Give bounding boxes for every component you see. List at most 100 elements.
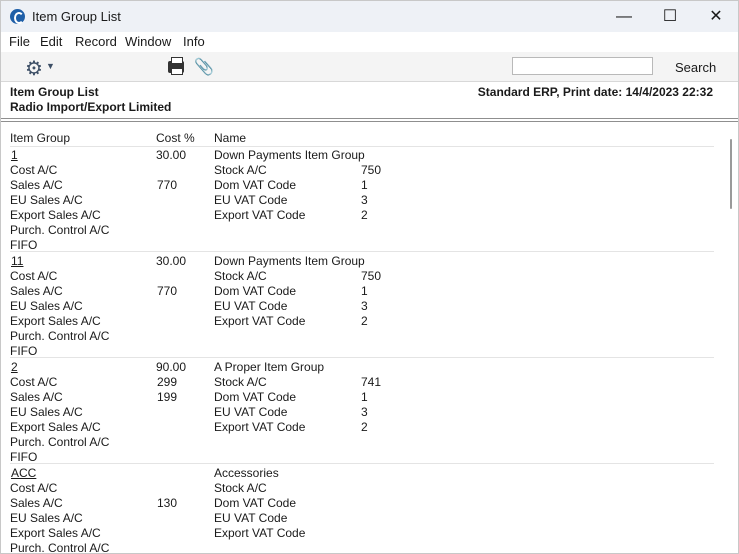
field-label: Dom VAT Code (214, 496, 297, 510)
field-value: 3 (361, 193, 368, 207)
field-label: Export Sales A/C (10, 314, 101, 328)
field-label: Export Sales A/C (10, 526, 101, 540)
field-label: Sales A/C (10, 284, 63, 298)
field-label: Sales A/C (10, 496, 63, 510)
field-value: 130 (157, 496, 178, 510)
header-divider (1, 118, 738, 119)
field-value: 750 (361, 163, 382, 177)
group-divider (10, 463, 714, 464)
close-icon[interactable]: ✕ (693, 1, 738, 32)
menu-window[interactable]: Window (125, 34, 171, 49)
group-name: Down Payments Item Group (214, 148, 365, 162)
field-label: Purch. Control A/C (10, 541, 110, 554)
field-label: Dom VAT Code (214, 178, 297, 192)
field-label: Cost A/C (10, 163, 58, 177)
field-label: Stock A/C (214, 269, 267, 283)
col-item-group: Item Group (10, 131, 71, 145)
group-cost-pct: 30.00 (156, 148, 187, 162)
field-value: 770 (157, 284, 178, 298)
field-label: EU Sales A/C (10, 299, 83, 313)
field-value: 1 (361, 284, 368, 298)
report-meta: Standard ERP, Print date: 14/4/2023 22:3… (477, 85, 713, 99)
maximize-icon[interactable]: ☐ (647, 1, 693, 32)
group-name: A Proper Item Group (214, 360, 325, 374)
field-value: 1 (361, 390, 368, 404)
group-cost-pct: 90.00 (156, 360, 187, 374)
company-name: Radio Import/Export Limited (10, 100, 172, 114)
field-label: Cost A/C (10, 481, 58, 495)
field-label: Cost A/C (10, 375, 58, 389)
field-label: Purch. Control A/C (10, 329, 110, 343)
field-value: 741 (361, 375, 382, 389)
field-label: Export VAT Code (214, 208, 306, 222)
title-bar[interactable]: Item Group List — ☐ ✕ (1, 1, 738, 32)
field-value: 3 (361, 299, 368, 313)
field-label: Stock A/C (214, 163, 267, 177)
field-label: Export Sales A/C (10, 208, 101, 222)
field-label: Export VAT Code (214, 526, 306, 540)
field-value: 2 (361, 420, 368, 434)
field-label: Export Sales A/C (10, 420, 101, 434)
field-label: Export VAT Code (214, 314, 306, 328)
report-title: Item Group List (10, 85, 99, 99)
column-divider (10, 146, 714, 147)
item-group-list-window: Item Group List — ☐ ✕ File Edit Record W… (0, 0, 739, 554)
menu-info[interactable]: Info (183, 34, 205, 49)
field-label: Sales A/C (10, 178, 63, 192)
field-label: EU VAT Code (214, 511, 288, 525)
header-divider-2 (1, 121, 738, 122)
group-name: Accessories (214, 466, 279, 480)
menu-file[interactable]: File (9, 34, 30, 49)
field-value: 750 (361, 269, 382, 283)
field-label: Stock A/C (214, 375, 267, 389)
field-value: 3 (361, 405, 368, 419)
minimize-icon[interactable]: — (601, 1, 647, 32)
group-name: Down Payments Item Group (214, 254, 365, 268)
col-cost-pct: Cost % (156, 131, 195, 145)
field-value: 770 (157, 178, 178, 192)
menu-record[interactable]: Record (75, 34, 117, 49)
field-label: FIFO (10, 238, 38, 252)
field-label: EU Sales A/C (10, 193, 83, 207)
field-label: Cost A/C (10, 269, 58, 283)
gear-icon[interactable]: ⚙ (25, 56, 43, 81)
field-label: Purch. Control A/C (10, 223, 110, 237)
search-button[interactable]: Search (675, 60, 716, 75)
group-divider (10, 357, 714, 358)
field-label: Stock A/C (214, 481, 267, 495)
field-label: FIFO (10, 450, 38, 464)
field-value: 199 (157, 390, 178, 404)
field-value: 299 (157, 375, 178, 389)
field-value: 2 (361, 314, 368, 328)
group-code-link[interactable]: 1 (11, 148, 18, 162)
field-label: Sales A/C (10, 390, 63, 404)
menu-bar: File Edit Record Window Info (1, 32, 738, 52)
group-code-link[interactable]: 11 (11, 254, 23, 268)
field-label: Export VAT Code (214, 420, 306, 434)
field-label: EU Sales A/C (10, 511, 83, 525)
col-name: Name (214, 131, 247, 145)
field-value: 2 (361, 208, 368, 222)
field-label: EU VAT Code (214, 193, 288, 207)
report-header: Item Group List Radio Import/Export Limi… (1, 83, 738, 117)
toolbar: ⚙ ▼ 📎 Search (1, 52, 738, 82)
search-input[interactable] (512, 57, 653, 75)
field-label: EU VAT Code (214, 405, 288, 419)
window-title: Item Group List (32, 9, 121, 24)
scrollbar-thumb[interactable] (730, 139, 732, 209)
group-code-link[interactable]: 2 (11, 360, 18, 374)
menu-edit[interactable]: Edit (40, 34, 62, 49)
printer-icon[interactable] (168, 57, 184, 75)
group-code-link[interactable]: ACC (11, 466, 36, 480)
field-label: Purch. Control A/C (10, 435, 110, 449)
field-label: EU Sales A/C (10, 405, 83, 419)
chevron-down-icon[interactable]: ▼ (46, 61, 55, 71)
paperclip-icon[interactable]: 📎 (194, 57, 214, 77)
group-cost-pct: 30.00 (156, 254, 187, 268)
app-logo-icon (10, 9, 25, 24)
field-label: Dom VAT Code (214, 284, 297, 298)
group-divider (10, 251, 714, 252)
field-label: Dom VAT Code (214, 390, 297, 404)
field-label: FIFO (10, 344, 38, 358)
report-body[interactable]: Item Group Cost % Name 1 30.00 Down Paymen… (1, 124, 738, 554)
